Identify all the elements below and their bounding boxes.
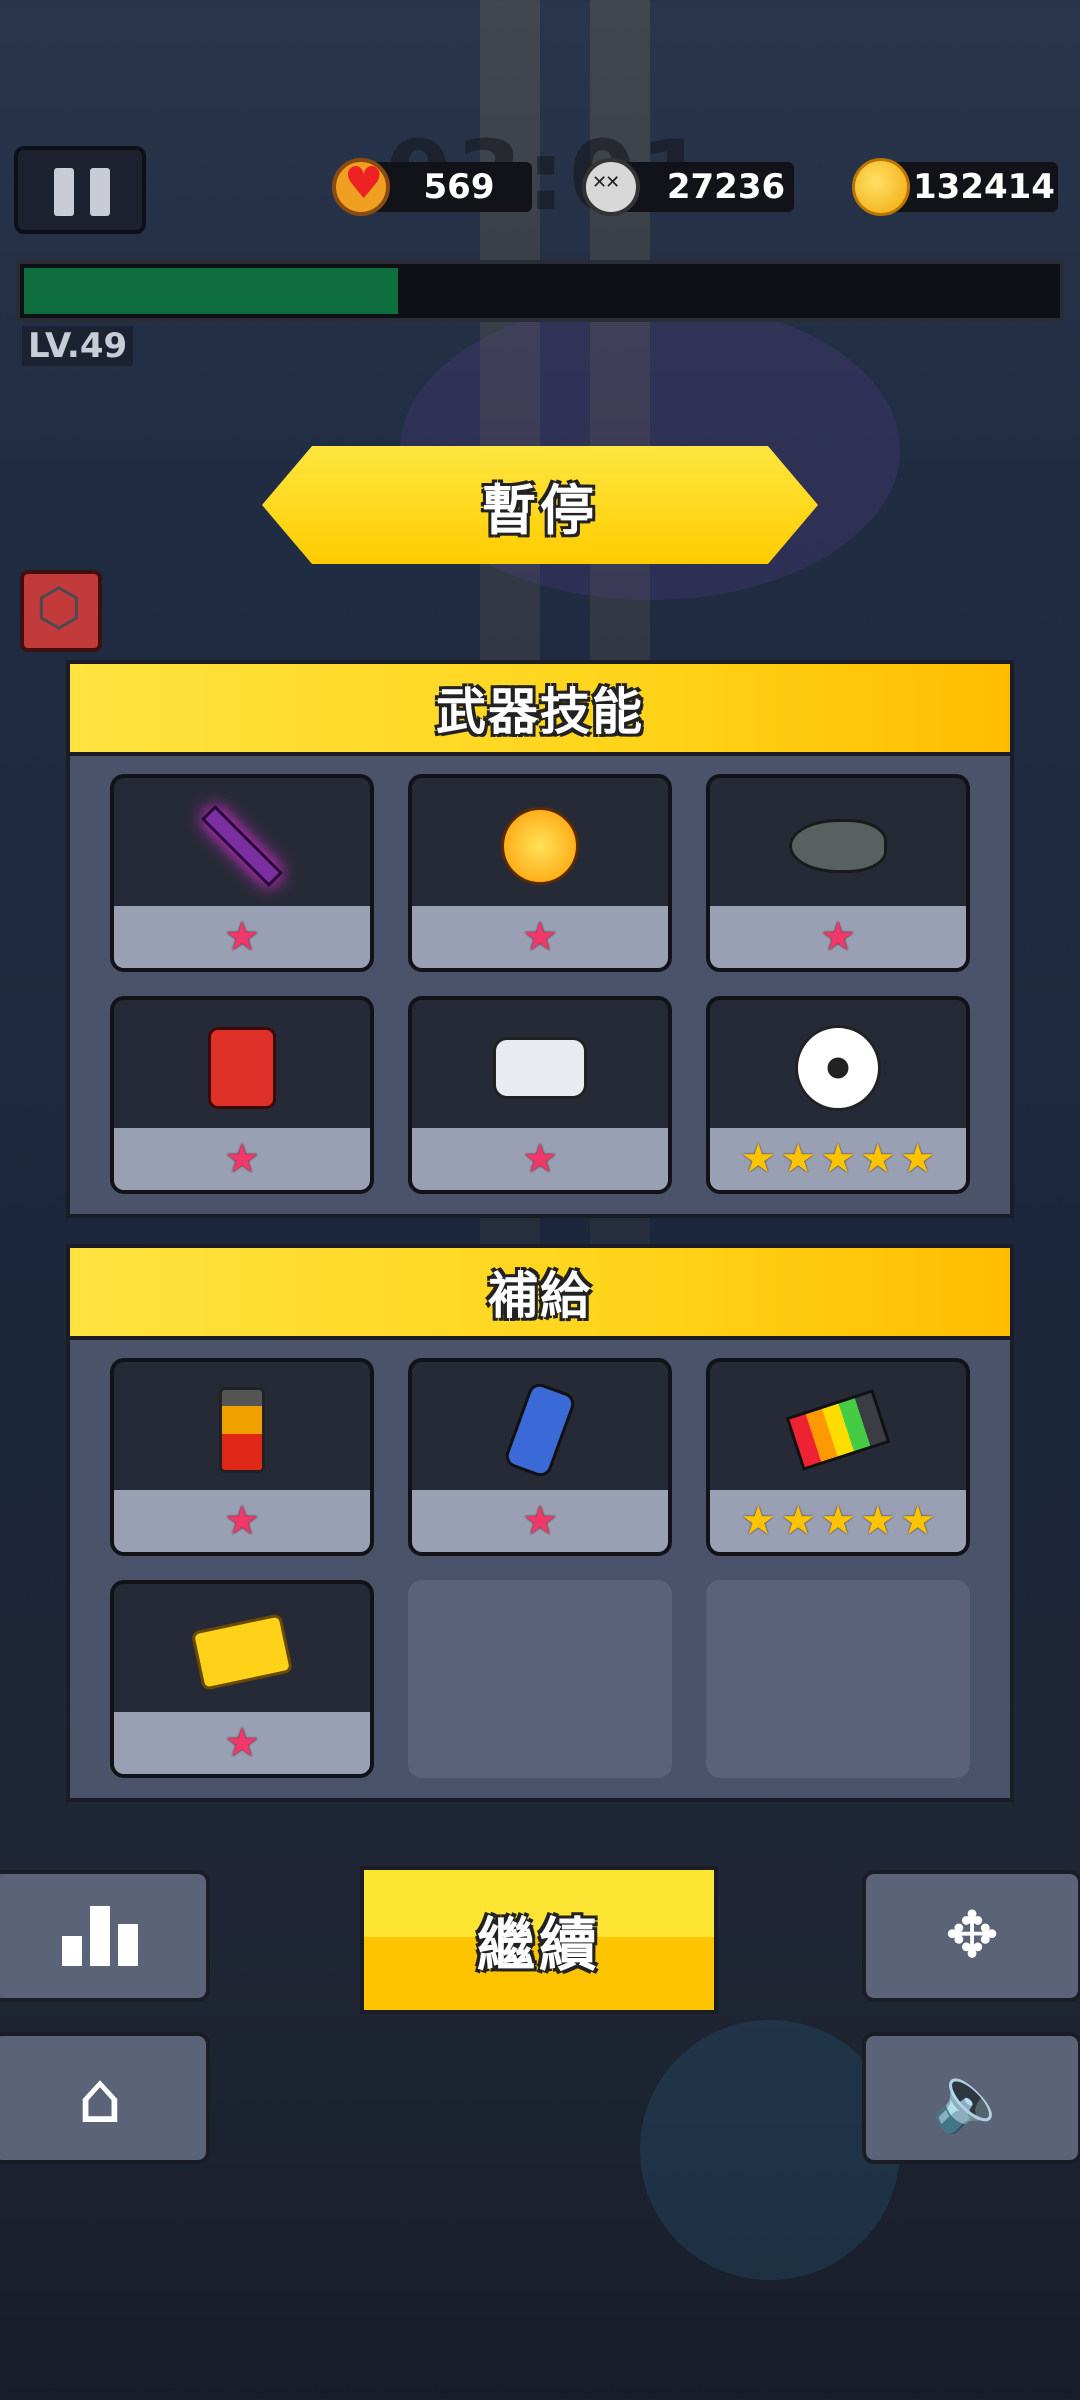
supplies-grid: ★ ★ ★ ★ ★ ★ ★ ★ [110, 1358, 970, 1778]
ticket-icon [190, 1602, 294, 1702]
weapon-slot[interactable]: ★ [408, 774, 672, 972]
heart-icon [332, 158, 390, 216]
supply-slot[interactable]: ★ [110, 1358, 374, 1556]
star-rating: ★ [412, 1128, 668, 1190]
star-rating: ★ [412, 1490, 668, 1552]
star-rating: ★ ★ ★ ★ ★ [710, 1128, 966, 1190]
supply-slot[interactable]: ★ ★ ★ ★ ★ [706, 1358, 970, 1556]
coin-icon [852, 158, 910, 216]
pause-banner: 暫停 [262, 446, 818, 564]
star-icon: ★ [820, 1136, 856, 1182]
move-button[interactable]: ✥ [862, 1870, 1080, 2002]
skill-badge-icon [20, 570, 102, 652]
shark-rocket-icon [788, 796, 888, 896]
pause-button[interactable] [14, 146, 146, 234]
weapons-panel-title: 武器技能 [436, 683, 644, 741]
charger-icon [785, 1380, 891, 1480]
xp-bar [16, 260, 1064, 322]
star-icon: ★ [224, 1498, 260, 1544]
star-icon: ★ [224, 1136, 260, 1182]
spray-can-icon [490, 1380, 590, 1480]
star-icon: ★ [740, 1498, 777, 1544]
star-icon: ★ [899, 1498, 936, 1544]
xp-bar-fill [24, 268, 399, 314]
drone-icon [490, 1018, 590, 1118]
bar-chart-icon [62, 1906, 138, 1966]
star-rating: ★ [114, 1128, 370, 1190]
stats-button[interactable] [0, 1870, 210, 2002]
continue-button[interactable]: 繼續 [360, 1866, 718, 2014]
star-icon: ★ [859, 1136, 896, 1182]
star-icon: ★ [224, 1720, 260, 1766]
battery-icon [192, 1380, 292, 1480]
star-icon: ★ [780, 1498, 817, 1544]
weapon-slot[interactable]: ★ [110, 996, 374, 1194]
star-icon: ★ [224, 914, 260, 960]
move-arrows-icon: ✥ [945, 1899, 999, 1973]
continue-label: 繼續 [476, 1911, 601, 1979]
weapons-grid: ★ ★ ★ ★ ★ ★ ★ ★ ★ ★ [110, 774, 970, 1194]
fuel-can-icon [192, 1018, 292, 1118]
star-rating: ★ [412, 906, 668, 968]
coins-value: 132414 [913, 167, 1055, 207]
star-icon: ★ [820, 1498, 856, 1544]
weapon-slot[interactable]: ★ [110, 774, 374, 972]
star-icon: ★ [740, 1136, 777, 1182]
supply-empty-slot [408, 1580, 672, 1778]
speaker-icon: 🔈 [932, 2061, 1012, 2136]
star-rating: ★ [710, 906, 966, 968]
home-icon: ⌂ [77, 2057, 123, 2139]
weapon-slot[interactable]: ★ ★ ★ ★ ★ [706, 996, 970, 1194]
supplies-panel-title: 補給 [488, 1267, 592, 1325]
sword-icon [192, 796, 292, 896]
weapons-panel-header: 武器技能 [70, 664, 1010, 756]
star-icon: ★ [522, 914, 558, 960]
supplies-panel-header: 補給 [70, 1248, 1010, 1340]
supply-slot[interactable]: ★ [110, 1580, 374, 1778]
supplies-panel: 補給 ★ ★ ★ ★ ★ ★ ★ ★ [66, 1244, 1014, 1802]
star-icon: ★ [899, 1136, 936, 1182]
star-icon: ★ [522, 1136, 558, 1182]
star-rating: ★ [114, 1712, 370, 1774]
star-icon: ★ [859, 1498, 896, 1544]
star-icon: ★ [522, 1498, 558, 1544]
weapons-panel: 武器技能 ★ ★ ★ ★ ★ ★ ★ ★ ★ ★ [66, 660, 1014, 1218]
soccer-ball-icon [788, 1018, 888, 1118]
supply-slot[interactable]: ★ [408, 1358, 672, 1556]
star-rating: ★ ★ ★ ★ ★ [710, 1490, 966, 1552]
skull-icon [582, 158, 640, 216]
star-rating: ★ [114, 906, 370, 968]
pause-title: 暫停 [482, 478, 598, 542]
kills-value: 27236 [666, 167, 786, 207]
star-rating: ★ [114, 1490, 370, 1552]
hearts-value: 569 [423, 167, 495, 207]
level-label: LV.49 [22, 326, 134, 366]
supply-empty-slot [706, 1580, 970, 1778]
fireball-paw-icon [490, 796, 590, 896]
sound-button[interactable]: 🔈 [862, 2032, 1080, 2164]
star-icon: ★ [820, 914, 856, 960]
home-button[interactable]: ⌂ [0, 2032, 210, 2164]
weapon-slot[interactable]: ★ [706, 774, 970, 972]
weapon-slot[interactable]: ★ [408, 996, 672, 1194]
star-icon: ★ [780, 1136, 817, 1182]
